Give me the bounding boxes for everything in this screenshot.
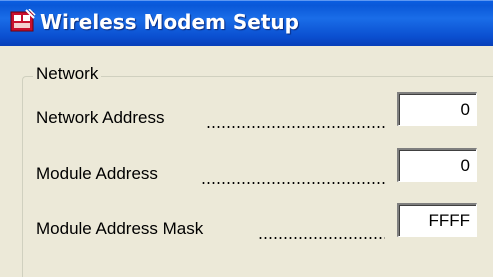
network-address-leader	[206, 125, 385, 129]
module-address-leader	[201, 181, 385, 185]
network-address-field[interactable]: 0	[397, 92, 477, 126]
title-bar[interactable]: Wireless Modem Setup	[0, 0, 493, 46]
module-address-field[interactable]: 0	[397, 148, 477, 182]
module-address-label: Module Address	[36, 164, 158, 183]
app-icon	[10, 9, 36, 32]
module-address-mask-label: Module Address Mask	[36, 219, 204, 238]
window-title: Wireless Modem Setup	[40, 10, 299, 34]
module-address-mask-field[interactable]: FFFF	[397, 203, 477, 237]
network-address-label: Network Address	[36, 108, 165, 127]
network-group-legend: Network	[33, 64, 102, 84]
module-address-mask-leader	[258, 236, 385, 240]
